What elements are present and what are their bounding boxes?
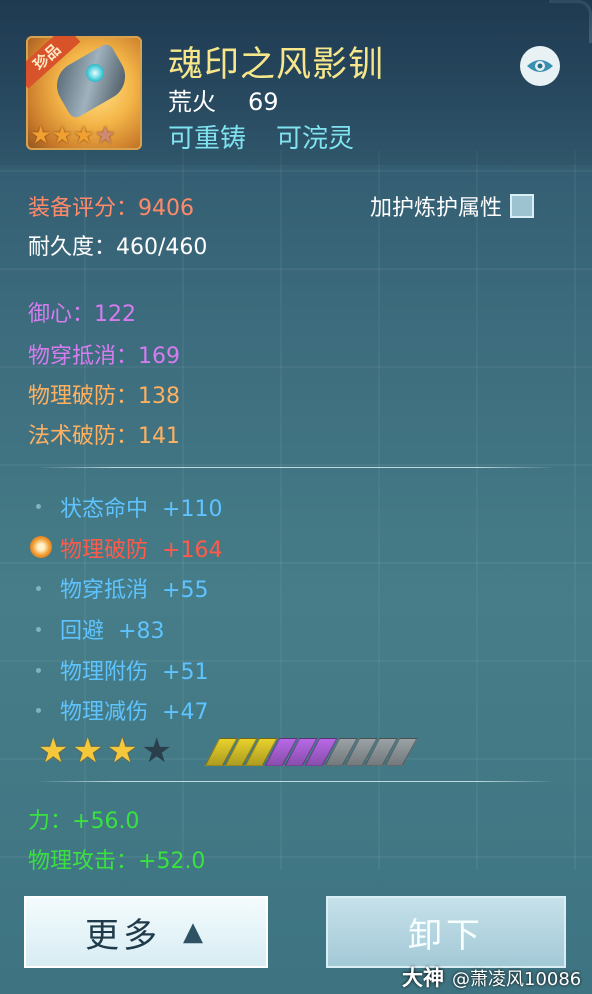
attr-value: +51 bbox=[162, 660, 209, 685]
star-icon: ★ bbox=[72, 731, 103, 771]
item-tags: 可重铸 可浣灵 bbox=[168, 118, 354, 155]
extra-attr: 状态命中 +110 bbox=[60, 491, 222, 523]
attr-value: +110 bbox=[162, 497, 223, 522]
preview-button[interactable] bbox=[520, 46, 560, 86]
attr-label: 物理减伤 bbox=[60, 700, 149, 725]
item-star-rating: ★ ★ ★ ★ bbox=[30, 122, 116, 148]
attr-value: 169 bbox=[138, 344, 181, 369]
attr-value: +55 bbox=[162, 578, 209, 603]
attr-value: +52.0 bbox=[138, 849, 206, 874]
extra-attr: 物理破防 +164 bbox=[60, 532, 222, 564]
base-attr: 法术破防：141 bbox=[28, 418, 180, 450]
extra-attr: 物理减伤 +47 bbox=[60, 694, 208, 726]
durability-value: 460/460 bbox=[116, 235, 208, 260]
attr-label: 物穿抵消 bbox=[60, 578, 149, 603]
attr-value: 141 bbox=[138, 424, 181, 449]
equipment-score: 装备评分：9406 bbox=[28, 190, 194, 222]
unequip-button[interactable]: 卸下 bbox=[326, 896, 566, 968]
item-tooltip-panel: 珍品 ★ ★ ★ ★ 魂印之风影钏 荒火 69 可重铸 可浣灵 装备评分：9406 … bbox=[0, 0, 592, 994]
extra-attr: 物理附伤 +51 bbox=[60, 654, 208, 686]
star-icon: ★ bbox=[73, 121, 95, 149]
attr-label: 物理破防： bbox=[28, 384, 139, 409]
item-type: 荒火 bbox=[168, 88, 216, 116]
bullet-icon bbox=[36, 504, 41, 509]
watermark: 大神 @萧凌风10086 bbox=[402, 962, 581, 992]
chevron-up-icon: ▲ bbox=[183, 917, 207, 947]
star-icon: ★ bbox=[38, 731, 69, 771]
bullet-icon bbox=[36, 586, 41, 591]
attr-value: +83 bbox=[118, 619, 165, 644]
attr-value: 138 bbox=[138, 384, 181, 409]
base-attr: 物理破防：138 bbox=[28, 378, 180, 410]
bonus-attr: 物理攻击：+52.0 bbox=[28, 843, 205, 875]
attr-label: 物穿抵消： bbox=[28, 344, 139, 369]
protect-label: 加护炼护属性 bbox=[370, 196, 503, 221]
protect-toggle[interactable]: 加护炼护属性 bbox=[370, 190, 535, 222]
bullet-icon bbox=[36, 627, 41, 632]
more-label: 更多 bbox=[85, 915, 161, 956]
attr-label: 法术破防： bbox=[28, 424, 139, 449]
score-value: 9406 bbox=[138, 196, 195, 221]
attr-label: 物理破防 bbox=[60, 538, 149, 563]
star-icon: ★ bbox=[94, 121, 117, 149]
attr-value: +164 bbox=[162, 538, 223, 563]
item-name: 魂印之风影钏 bbox=[168, 45, 385, 85]
durability: 耐久度：460/460 bbox=[28, 229, 207, 261]
score-label: 装备评分： bbox=[28, 196, 139, 221]
unequip-label: 卸下 bbox=[408, 915, 484, 956]
star-icon: ★ bbox=[30, 121, 52, 149]
medal-icon bbox=[30, 536, 52, 558]
attr-value: +47 bbox=[162, 700, 209, 725]
star-icon: ★ bbox=[106, 731, 138, 771]
extra-attr: 回避 +83 bbox=[60, 613, 164, 645]
tag-refine: 可浣灵 bbox=[276, 124, 355, 154]
extra-attr: 物穿抵消 +55 bbox=[60, 572, 208, 604]
gem-slots bbox=[204, 738, 418, 766]
item-level: 69 bbox=[248, 88, 279, 116]
durability-label: 耐久度： bbox=[28, 235, 117, 260]
attr-label: 物理附伤 bbox=[60, 660, 149, 685]
bullet-icon bbox=[36, 708, 41, 713]
tag-reforge: 可重铸 bbox=[168, 124, 247, 154]
gem-icon bbox=[86, 64, 104, 82]
attr-label: 回避 bbox=[60, 619, 105, 644]
base-attr: 物穿抵消：169 bbox=[28, 338, 180, 370]
bullet-icon bbox=[36, 668, 41, 673]
watermark-handle: @萧凌风10086 bbox=[452, 969, 582, 990]
watermark-brand: 大神 bbox=[402, 966, 444, 990]
attr-value: 122 bbox=[94, 302, 137, 327]
base-attr: 御心：122 bbox=[28, 296, 136, 328]
item-icon: 珍品 ★ ★ ★ ★ bbox=[26, 36, 142, 150]
eye-icon bbox=[527, 60, 553, 72]
attr-label: 状态命中 bbox=[60, 497, 149, 522]
item-type-level: 荒火 69 bbox=[168, 82, 279, 117]
protect-checkbox[interactable] bbox=[510, 194, 535, 218]
bonus-attr: 力：+56.0 bbox=[28, 803, 139, 835]
attr-label: 力： bbox=[28, 809, 73, 834]
star-empty-icon: ★ bbox=[141, 731, 172, 771]
enhance-stars: ★ ★ ★ ★ bbox=[38, 734, 172, 768]
divider bbox=[36, 781, 556, 782]
attr-value: +56.0 bbox=[72, 809, 140, 834]
star-icon: ★ bbox=[51, 121, 74, 149]
divider bbox=[36, 467, 556, 468]
more-button[interactable]: 更多 ▲ bbox=[24, 896, 268, 968]
attr-label: 物理攻击： bbox=[28, 849, 139, 874]
attr-label: 御心： bbox=[28, 302, 95, 327]
